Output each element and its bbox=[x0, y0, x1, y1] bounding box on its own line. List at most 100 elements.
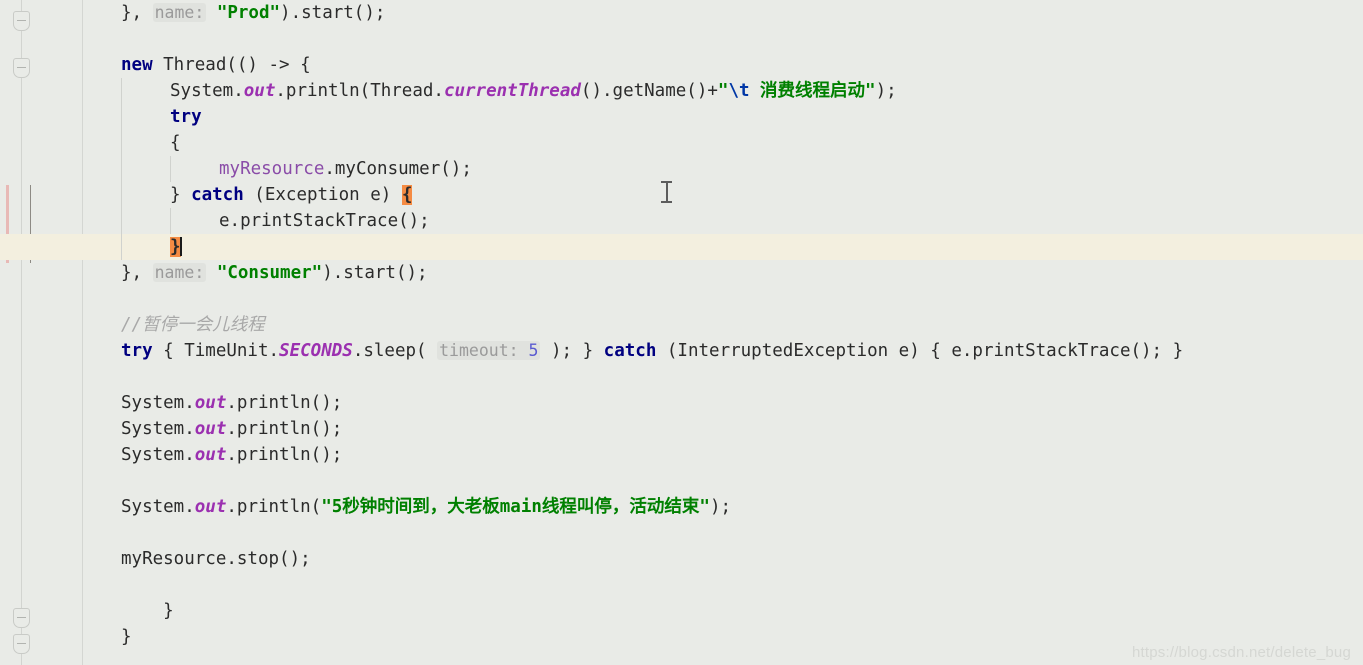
line-new-thread[interactable]: new Thread(() -> { bbox=[83, 52, 1363, 78]
indent-guide bbox=[170, 208, 171, 234]
line-print-stack-trace[interactable]: e.printStackTrace(); bbox=[83, 208, 1363, 234]
fold-marker-class-end[interactable] bbox=[13, 634, 30, 654]
line-comment-pause[interactable]: //暂停一会儿线程 bbox=[83, 312, 1363, 338]
fold-marker-method-end[interactable] bbox=[13, 608, 30, 628]
line-println-empty-2[interactable]: System.out.println(); bbox=[83, 416, 1363, 442]
line-text: //暂停一会儿线程 bbox=[121, 315, 265, 335]
mouse-ibeam-cursor bbox=[661, 180, 672, 204]
token-str: " bbox=[717, 81, 729, 101]
token-kw: try bbox=[170, 107, 202, 127]
line-blank-3[interactable] bbox=[83, 364, 1363, 390]
token-stat: out bbox=[194, 445, 227, 465]
token-plain: System. bbox=[121, 419, 195, 439]
token-kw: new bbox=[121, 55, 153, 75]
line-text: System.out.println(); bbox=[121, 393, 342, 413]
token-stat: out bbox=[194, 419, 227, 439]
token-plain: .println(); bbox=[226, 445, 343, 465]
indent-guide bbox=[121, 130, 122, 156]
token-plain: .println(Thread. bbox=[275, 81, 444, 101]
line-text: try bbox=[170, 107, 202, 127]
line-text: myResource.myConsumer(); bbox=[219, 159, 472, 179]
token-plain: }, bbox=[121, 263, 153, 283]
line-text: System.out.println(); bbox=[121, 445, 342, 465]
line-blank-1[interactable] bbox=[83, 26, 1363, 52]
editor-gutter[interactable] bbox=[0, 0, 83, 665]
line-blank-4[interactable] bbox=[83, 468, 1363, 494]
token-str: "5秒钟时间到，大老板main线程叫停，活动结束" bbox=[321, 497, 710, 517]
token-stat: out bbox=[243, 81, 276, 101]
line-blank-6[interactable] bbox=[83, 572, 1363, 598]
line-text: } bbox=[121, 601, 174, 621]
line-println-consumer-start[interactable]: System.out.println(Thread.currentThread(… bbox=[83, 78, 1363, 104]
line-text: } bbox=[121, 627, 132, 647]
token-cmt: //暂停一会儿线程 bbox=[121, 315, 265, 335]
line-println-final-message[interactable]: System.out.println("5秒钟时间到，大老板main线程叫停，活… bbox=[83, 494, 1363, 520]
line-timeunit-sleep[interactable]: try { TimeUnit.SECONDS.sleep( timeout: 5… bbox=[83, 338, 1363, 364]
ibeam-stem bbox=[666, 182, 668, 202]
line-text: }, name: "Prod").start(); bbox=[121, 3, 385, 23]
line-text: }, name: "Consumer").start(); bbox=[121, 263, 428, 283]
token-plain: myResource.stop(); bbox=[121, 549, 311, 569]
line-println-empty-1[interactable]: System.out.println(); bbox=[83, 390, 1363, 416]
indent-guide bbox=[121, 182, 122, 208]
line-consumer-start[interactable]: }, name: "Consumer").start(); bbox=[83, 260, 1363, 286]
token-stat: currentThread bbox=[443, 81, 581, 101]
token-plain: ).start(); bbox=[280, 3, 386, 23]
token-stat: SECONDS bbox=[279, 341, 353, 361]
token-plain: .sleep( bbox=[352, 341, 438, 361]
indent-guide bbox=[121, 208, 122, 234]
watermark-url: https://blog.csdn.net/delete_bug bbox=[1131, 644, 1351, 661]
token-str: "Prod" bbox=[216, 3, 281, 23]
line-catch-close-brace[interactable]: } bbox=[0, 234, 1363, 260]
token-field: myResource bbox=[219, 159, 325, 179]
code-content[interactable]: }, name: "Prod").start(); new Thread(() -… bbox=[0, 0, 1363, 665]
token-plain: System. bbox=[170, 81, 244, 101]
line-text: e.printStackTrace(); bbox=[219, 211, 430, 231]
token-plain: (Exception e) bbox=[243, 185, 402, 205]
token-kw: catch bbox=[603, 341, 657, 361]
parameter-name-hint[interactable]: name: bbox=[152, 263, 207, 282]
fold-marker-consumer-lambda[interactable] bbox=[13, 58, 30, 78]
line-prod-start[interactable]: }, name: "Prod").start(); bbox=[83, 0, 1363, 26]
ibeam-bottom-serif bbox=[661, 201, 672, 203]
token-plain: ().getName()+ bbox=[580, 81, 718, 101]
indent-guide bbox=[121, 104, 122, 130]
token-plain: } bbox=[121, 627, 132, 647]
line-try[interactable]: try bbox=[83, 104, 1363, 130]
line-try-open-brace[interactable]: { bbox=[83, 130, 1363, 156]
token-kw: try bbox=[121, 341, 153, 361]
line-catch-exception[interactable]: } catch (Exception e) { bbox=[83, 182, 1363, 208]
line-myresource-stop[interactable]: myResource.stop(); bbox=[83, 546, 1363, 572]
parameter-name-hint[interactable]: name: bbox=[152, 3, 207, 22]
token-plain: } bbox=[170, 185, 192, 205]
text-caret bbox=[179, 237, 182, 256]
token-plain: .println(); bbox=[226, 419, 343, 439]
token-str: 消费线程启动" bbox=[749, 81, 876, 101]
token-stat: out bbox=[194, 393, 227, 413]
line-myconsumer-call[interactable]: myResource.myConsumer(); bbox=[83, 156, 1363, 182]
matching-brace-highlight: { bbox=[401, 185, 413, 205]
parameter-name-hint[interactable]: timeout: 5 bbox=[437, 341, 541, 360]
line-close-method-brace[interactable]: } bbox=[83, 598, 1363, 624]
line-text: } catch (Exception e) { bbox=[170, 185, 413, 205]
token-plain: { bbox=[170, 133, 181, 153]
code-editor[interactable]: }, name: "Prod").start(); new Thread(() -… bbox=[0, 0, 1363, 665]
token-plain: System. bbox=[121, 393, 195, 413]
token-plain: ); bbox=[875, 81, 897, 101]
line-text: System.out.println(Thread.currentThread(… bbox=[170, 81, 897, 101]
token-plain: System. bbox=[121, 497, 195, 517]
line-text: myResource.stop(); bbox=[121, 549, 311, 569]
line-text: System.out.println(); bbox=[121, 419, 342, 439]
token-plain: .myConsumer(); bbox=[324, 159, 472, 179]
line-blank-5[interactable] bbox=[83, 520, 1363, 546]
token-plain: e.printStackTrace(); bbox=[219, 211, 430, 231]
fold-marker-prod-lambda[interactable] bbox=[13, 11, 30, 31]
line-blank-2[interactable] bbox=[83, 286, 1363, 312]
line-println-empty-3[interactable]: System.out.println(); bbox=[83, 442, 1363, 468]
token-stat: out bbox=[194, 497, 227, 517]
hint-number-value: 5 bbox=[528, 341, 539, 360]
indent-guide bbox=[170, 156, 171, 182]
token-plain: ); } bbox=[540, 341, 604, 361]
token-plain: (InterruptedException e) { e.printStackT… bbox=[656, 341, 1184, 361]
